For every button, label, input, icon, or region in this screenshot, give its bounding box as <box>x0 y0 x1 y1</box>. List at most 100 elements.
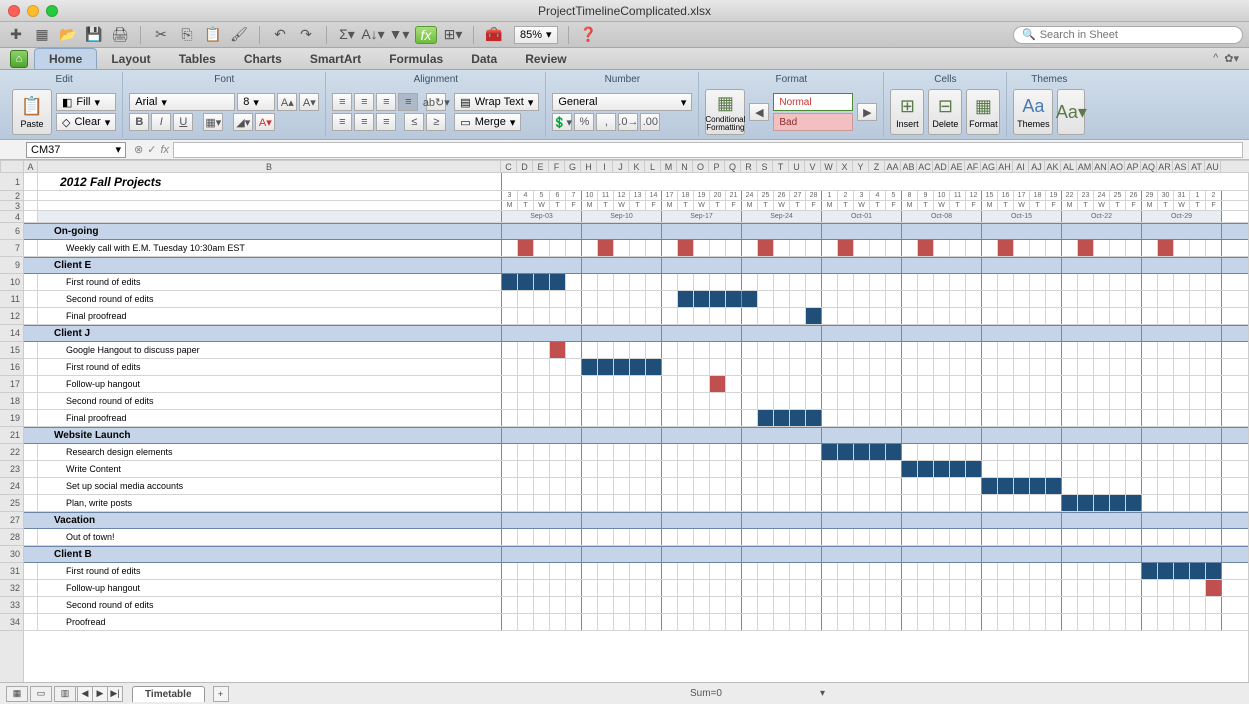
day-cell[interactable] <box>678 274 694 290</box>
day-cell[interactable] <box>1142 308 1158 324</box>
filter-icon[interactable]: ▼▾ <box>389 26 409 44</box>
day-cell[interactable] <box>550 326 566 341</box>
day-cell[interactable] <box>1030 359 1046 375</box>
day-cell[interactable] <box>1158 410 1174 426</box>
day-cell[interactable] <box>934 428 950 443</box>
day-cell[interactable] <box>982 547 998 562</box>
day-cell[interactable] <box>694 563 710 579</box>
day-cell[interactable] <box>1190 410 1206 426</box>
col-header[interactable]: N <box>677 161 693 173</box>
day-cell[interactable] <box>1014 614 1030 630</box>
day-cell[interactable] <box>1158 444 1174 460</box>
day-cell[interactable] <box>662 274 678 290</box>
day-cell[interactable] <box>1014 224 1030 239</box>
day-cell[interactable] <box>710 326 726 341</box>
day-cell[interactable] <box>742 495 758 511</box>
col-header[interactable]: AN <box>1093 161 1109 173</box>
day-cell[interactable] <box>774 529 790 545</box>
day-cell[interactable] <box>662 308 678 324</box>
day-cell[interactable] <box>790 393 806 409</box>
day-cell[interactable] <box>902 461 918 477</box>
day-cell[interactable] <box>582 291 598 307</box>
day-cell[interactable] <box>598 547 614 562</box>
day-cell[interactable] <box>614 444 630 460</box>
day-cell[interactable] <box>1046 326 1062 341</box>
fx-label[interactable]: fx <box>160 144 169 156</box>
redo-icon[interactable]: ↷ <box>296 26 316 44</box>
font-name-dropdown[interactable]: Arial ▾ <box>129 93 235 111</box>
day-cell[interactable] <box>806 529 822 545</box>
day-cell[interactable] <box>1126 359 1142 375</box>
day-cell[interactable] <box>1094 513 1110 528</box>
day-cell[interactable] <box>950 240 966 256</box>
day-cell[interactable] <box>918 376 934 392</box>
day-cell[interactable] <box>566 580 582 596</box>
day-cell[interactable] <box>710 342 726 358</box>
day-cell[interactable] <box>534 614 550 630</box>
day-cell[interactable] <box>822 529 838 545</box>
day-cell[interactable] <box>1078 173 1094 190</box>
day-cell[interactable] <box>854 547 870 562</box>
day-cell[interactable] <box>742 461 758 477</box>
day-cell[interactable] <box>774 495 790 511</box>
fill-dropdown[interactable]: ◧ Fill ▾ <box>56 93 116 111</box>
day-cell[interactable] <box>1046 547 1062 562</box>
day-cell[interactable] <box>950 444 966 460</box>
day-cell[interactable] <box>582 224 598 239</box>
day-cell[interactable] <box>518 291 534 307</box>
col-header[interactable]: AH <box>997 161 1013 173</box>
day-cell[interactable] <box>902 240 918 256</box>
col-header[interactable]: H <box>581 161 597 173</box>
day-cell[interactable] <box>822 410 838 426</box>
day-cell[interactable] <box>902 359 918 375</box>
day-cell[interactable] <box>1110 597 1126 613</box>
day-cell[interactable] <box>1046 461 1062 477</box>
col-header[interactable]: U <box>789 161 805 173</box>
day-cell[interactable] <box>1174 258 1190 273</box>
day-cell[interactable] <box>742 529 758 545</box>
day-cell[interactable] <box>678 376 694 392</box>
day-cell[interactable] <box>1014 274 1030 290</box>
day-cell[interactable] <box>582 393 598 409</box>
day-cell[interactable] <box>518 614 534 630</box>
day-cell[interactable] <box>742 240 758 256</box>
day-cell[interactable] <box>758 580 774 596</box>
day-cell[interactable] <box>1174 597 1190 613</box>
day-cell[interactable] <box>614 495 630 511</box>
decrease-font-icon[interactable]: A▾ <box>299 93 319 111</box>
day-cell[interactable] <box>966 444 982 460</box>
tab-data[interactable]: Data <box>457 49 511 69</box>
day-cell[interactable] <box>518 342 534 358</box>
undo-icon[interactable]: ↶ <box>270 26 290 44</box>
day-cell[interactable] <box>502 224 518 239</box>
row-header[interactable]: 30 <box>0 546 23 563</box>
day-cell[interactable] <box>678 461 694 477</box>
day-cell[interactable] <box>1158 428 1174 443</box>
day-cell[interactable] <box>918 393 934 409</box>
increase-indent-icon[interactable]: ≥ <box>426 113 446 131</box>
day-cell[interactable] <box>1142 258 1158 273</box>
day-cell[interactable] <box>870 342 886 358</box>
align-center-icon[interactable]: ≡ <box>354 113 374 131</box>
day-cell[interactable] <box>774 240 790 256</box>
day-cell[interactable] <box>1030 461 1046 477</box>
day-cell[interactable] <box>966 342 982 358</box>
day-cell[interactable] <box>1094 359 1110 375</box>
day-cell[interactable] <box>758 428 774 443</box>
day-cell[interactable] <box>774 614 790 630</box>
col-header[interactable]: B <box>38 161 501 173</box>
day-cell[interactable] <box>1206 258 1222 273</box>
day-cell[interactable] <box>694 529 710 545</box>
day-cell[interactable] <box>550 240 566 256</box>
day-cell[interactable] <box>1142 478 1158 494</box>
day-cell[interactable] <box>982 614 998 630</box>
day-cell[interactable] <box>934 342 950 358</box>
day-cell[interactable] <box>1126 563 1142 579</box>
day-cell[interactable] <box>1030 547 1046 562</box>
day-cell[interactable] <box>806 359 822 375</box>
day-cell[interactable] <box>614 240 630 256</box>
day-cell[interactable] <box>502 258 518 273</box>
day-cell[interactable] <box>566 563 582 579</box>
day-cell[interactable] <box>838 224 854 239</box>
day-cell[interactable] <box>694 495 710 511</box>
